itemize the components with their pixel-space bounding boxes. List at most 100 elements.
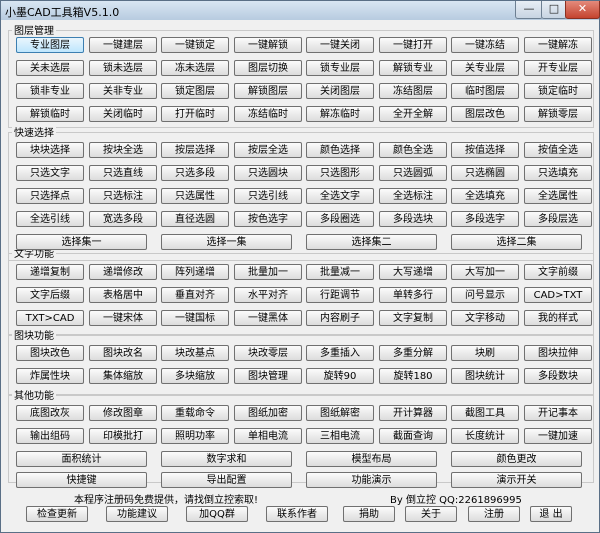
text-button[interactable]: 问号显示 [451,287,519,303]
block-button[interactable]: 块改基点 [161,345,229,361]
other-button[interactable]: 图纸解密 [306,405,374,421]
other-button[interactable]: 数字求和 [161,451,292,467]
layer-button[interactable]: 锁定图层 [161,83,229,99]
other-button[interactable]: 截图工具 [451,405,519,421]
select-button[interactable]: 宽选多段 [89,211,157,227]
layer-button[interactable]: 锁未选层 [89,60,157,76]
block-button[interactable]: 集体缩放 [89,368,157,384]
block-button[interactable]: 图块管理 [234,368,302,384]
select-button[interactable]: 只选标注 [89,188,157,204]
layer-button[interactable]: 锁非专业 [16,83,84,99]
block-button[interactable]: 图块拉伸 [524,345,592,361]
other-button[interactable]: 截面查询 [379,428,447,444]
block-button[interactable]: 多重分解 [379,345,447,361]
block-button[interactable]: 图块统计 [451,368,519,384]
layer-button[interactable]: 关专业层 [451,60,519,76]
text-button[interactable]: 递增修改 [89,264,157,280]
layer-button[interactable]: 一键建层 [89,37,157,53]
footer-button[interactable]: 功能建议 [106,506,168,522]
select-button[interactable]: 多段选字 [451,211,519,227]
select-button[interactable]: 只选择点 [16,188,84,204]
close-button[interactable]: ✕ [565,1,600,19]
text-button[interactable]: 一键国标 [161,310,229,326]
select-button[interactable]: 按块全选 [89,142,157,158]
text-button[interactable]: 内容刷子 [306,310,374,326]
select-button[interactable]: 只选椭圆 [451,165,519,181]
other-button[interactable]: 单相电流 [234,428,302,444]
text-button[interactable]: 文字移动 [451,310,519,326]
text-button[interactable]: 我的样式 [524,310,592,326]
select-button[interactable]: 块块选择 [16,142,84,158]
layer-button[interactable]: 一键打开 [379,37,447,53]
text-button[interactable]: 单转多行 [379,287,447,303]
layer-button[interactable]: 解锁图层 [234,83,302,99]
select-button[interactable]: 只选属性 [161,188,229,204]
select-button[interactable]: 只选直线 [89,165,157,181]
other-button[interactable]: 面积统计 [16,451,147,467]
block-button[interactable]: 炸属性块 [16,368,84,384]
footer-button[interactable]: 退 出 [530,506,572,522]
footer-button[interactable]: 检查更新 [26,506,88,522]
layer-button[interactable]: 图层切换 [234,60,302,76]
select-button[interactable]: 多段圈选 [306,211,374,227]
other-button[interactable]: 模型布局 [306,451,437,467]
text-button[interactable]: 大写递增 [379,264,447,280]
layer-button[interactable]: 关非专业 [89,83,157,99]
select-button[interactable]: 只选引线 [234,188,302,204]
other-button[interactable]: 长度统计 [451,428,519,444]
select-button[interactable]: 只选多段 [161,165,229,181]
minimize-button[interactable]: — [515,1,543,19]
block-button[interactable]: 旋转90 [306,368,374,384]
text-button[interactable]: 文字复制 [379,310,447,326]
select-button[interactable]: 按值选择 [451,142,519,158]
select-button[interactable]: 全选填充 [451,188,519,204]
text-button[interactable]: 文字前缀 [524,264,592,280]
layer-button[interactable]: 解冻临时 [306,106,374,122]
select-button[interactable]: 全选属性 [524,188,592,204]
select-button[interactable]: 按层全选 [234,142,302,158]
block-button[interactable]: 多块缩放 [161,368,229,384]
layer-button[interactable]: 解锁专业 [379,60,447,76]
layer-button[interactable]: 冻结临时 [234,106,302,122]
layer-button[interactable]: 关闭图层 [306,83,374,99]
other-button[interactable]: 一键加速 [524,428,592,444]
block-button[interactable]: 图块改色 [16,345,84,361]
maximize-button[interactable]: □ [541,1,567,19]
other-button[interactable]: 三相电流 [306,428,374,444]
select-button[interactable]: 颜色选择 [306,142,374,158]
text-button[interactable]: CAD>TXT [524,287,592,303]
bottom-button[interactable]: 快捷键 [16,472,147,488]
text-button[interactable]: 水平对齐 [234,287,302,303]
text-button[interactable]: 行距调节 [306,287,374,303]
other-button[interactable]: 开记事本 [524,405,592,421]
select-button[interactable]: 只选圆块 [234,165,302,181]
bottom-button[interactable]: 导出配置 [161,472,292,488]
select-button[interactable]: 全选文字 [306,188,374,204]
select-button[interactable]: 全选引线 [16,211,84,227]
footer-button[interactable]: 关于 [405,506,457,522]
bottom-button[interactable]: 功能演示 [306,472,437,488]
select-button[interactable]: 选择集二 [306,234,437,250]
layer-button[interactable]: 锁专业层 [306,60,374,76]
layer-button[interactable]: 图层改色 [451,106,519,122]
layer-button[interactable]: 冻结图层 [379,83,447,99]
text-button[interactable]: 阵列递增 [161,264,229,280]
footer-button[interactable]: 加QQ群 [186,506,248,522]
text-button[interactable]: 一键黑体 [234,310,302,326]
select-button[interactable]: 直径选圆 [161,211,229,227]
select-button[interactable]: 颜色全选 [379,142,447,158]
other-button[interactable]: 修改图章 [89,405,157,421]
layer-button[interactable]: 临时图层 [451,83,519,99]
select-button[interactable]: 按层选择 [161,142,229,158]
layer-button[interactable]: 关未选层 [16,60,84,76]
text-button[interactable]: 表格居中 [89,287,157,303]
text-button[interactable]: 文字后缀 [16,287,84,303]
select-button[interactable]: 多段选块 [379,211,447,227]
layer-button[interactable]: 打开临时 [161,106,229,122]
title-bar[interactable]: 小墨CAD工具箱V5.1.0 — □ ✕ [1,1,600,20]
text-button[interactable]: 一键宋体 [89,310,157,326]
layer-button[interactable]: 一键关闭 [306,37,374,53]
layer-button[interactable]: 一键解冻 [524,37,592,53]
layer-button[interactable]: 冻未选层 [161,60,229,76]
bottom-button[interactable]: 演示开关 [451,472,582,488]
